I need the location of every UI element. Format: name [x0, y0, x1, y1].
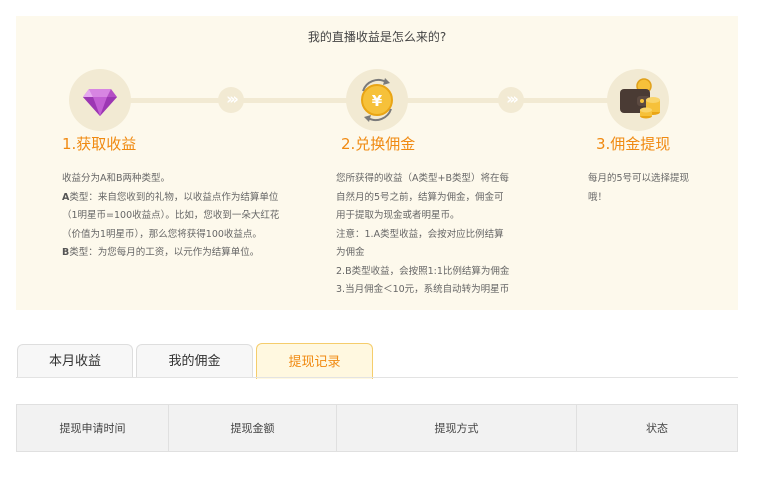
step-3-description: 每月的5号可以选择提现 哦！ [588, 170, 689, 207]
description-line: 为佣金 [336, 247, 365, 258]
step-2-description: 您所获得的收益（A类型+B类型）将在每 自然月的5号之前，结算为佣金，佣金可 用… [336, 170, 509, 300]
wallet-coins-icon [620, 78, 660, 119]
step-1-description: 收益分为A和B两种类型。 A类型：来自您收到的礼物，以收益点作为结算单位 （1明… [62, 170, 279, 263]
description-line: A类型：来自您收到的礼物，以收益点作为结算单位 [62, 191, 279, 203]
step-1-icon-circle [69, 69, 131, 131]
step-arrow-icon: ››› [498, 87, 524, 113]
withdrawal-table-header: 提现申请时间 提现金额 提现方式 状态 [16, 404, 738, 452]
tab-divider [16, 377, 738, 378]
description-line: （价值为1明星币），那么您将获得100收益点。 [62, 228, 262, 240]
step-1-title: 1.获取收益 [62, 135, 137, 153]
description-line: 注意：1.A类型收益，会按对应比例结算 [336, 228, 504, 240]
column-header-status: 状态 [576, 405, 737, 451]
description-line: 收益分为A和B两种类型。 [62, 173, 171, 184]
exchange-coin-icon: ¥ [361, 78, 393, 122]
description-line: （1明星币=100收益点）。比如，您收到一朵大红花 [62, 210, 280, 221]
step-2-title: 2.兑换佣金 [341, 135, 416, 153]
description-line: 哦！ [588, 191, 608, 203]
step-arrow-icon: ››› [218, 87, 244, 113]
tab-monthly-income[interactable]: 本月收益 [17, 344, 133, 377]
column-header-amount: 提现金额 [168, 405, 336, 451]
diamond-icon [83, 89, 117, 116]
description-line: 2.B类型收益，会按照1:1比例结算为佣金 [336, 265, 510, 277]
column-header-apply-time: 提现申请时间 [59, 422, 126, 435]
tab-withdrawal-records[interactable]: 提现记录 [256, 343, 373, 379]
description-line: 您所获得的收益（A类型+B类型）将在每 [336, 173, 509, 184]
description-line: 3.当月佣金＜10元，系统自动转为明星币 [336, 284, 510, 295]
step-3-title: 3.佣金提现 [596, 135, 671, 153]
income-info-panel: 我的直播收益是怎么来的? ››› ¥ ››› 1.获取收益 2.兑换佣金 3.佣… [16, 16, 738, 310]
panel-title: 我的直播收益是怎么来的? [307, 30, 447, 44]
column-header-method: 提现方式 [336, 405, 576, 451]
step-3-icon-circle [607, 69, 669, 131]
step-2-icon-circle: ¥ [346, 69, 408, 131]
description-line: 用于提取为现金或者明星币。 [336, 210, 460, 221]
description-line: B类型：为您每月的工资，以元作为结算单位。 [62, 247, 260, 258]
description-line: 每月的5号可以选择提现 [588, 173, 690, 184]
description-line: 自然月的5号之前，结算为佣金，佣金可 [336, 191, 504, 203]
tab-my-commission[interactable]: 我的佣金 [136, 344, 253, 377]
svg-text:¥: ¥ [372, 92, 383, 110]
